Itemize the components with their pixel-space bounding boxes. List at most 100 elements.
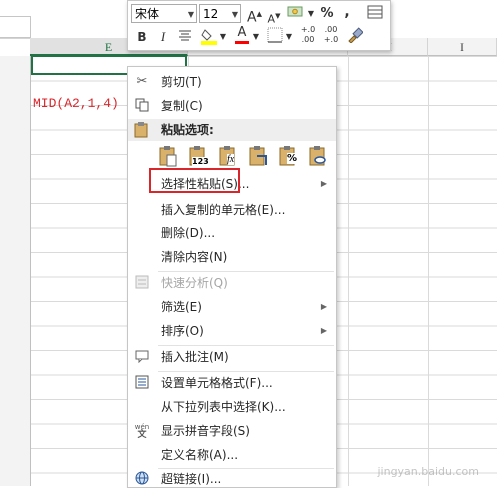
menu-item-clear-contents[interactable]: 清除内容(N) <box>128 246 336 268</box>
menu-item-pick-from-list[interactable]: 从下拉列表中选择(K)... <box>128 396 336 418</box>
menu-item-hyperlink-label: 超链接(I)... <box>161 472 222 486</box>
menu-item-copy-label: 复制(C) <box>161 99 203 113</box>
menu-item-delete-label: 删除(D)... <box>161 226 216 240</box>
column-header-i[interactable]: I <box>428 38 497 56</box>
borders-icon <box>267 27 283 43</box>
menu-item-filter-label: 筛选(E) <box>161 300 202 314</box>
comment-icon <box>134 349 150 365</box>
menu-item-cut-label: 剪切(T) <box>161 75 202 89</box>
font-color-letter: A <box>237 25 247 40</box>
menu-item-insert-comment-label: 插入批注(M) <box>161 350 229 364</box>
grow-font-arrow-icon: ▲ <box>256 10 262 18</box>
paste-button[interactable] <box>158 145 178 167</box>
name-box[interactable] <box>0 16 31 38</box>
grid-line <box>428 56 429 486</box>
fill-color-button[interactable] <box>200 27 218 45</box>
paint-bucket-icon <box>201 29 217 45</box>
menu-item-quick-analysis-label: 快速分析(Q) <box>161 276 228 290</box>
chevron-down-icon[interactable]: ▼ <box>285 28 293 46</box>
menu-item-phonetic-label: 显示拼音字段(S) <box>161 424 250 438</box>
menu-item-define-name[interactable]: 定义名称(A)... <box>128 444 336 466</box>
phonetic-icon-bottom: 文 <box>137 430 147 440</box>
menu-item-format-cells-label: 设置单元格格式(F)... <box>161 376 273 390</box>
decrease-decimal-button[interactable]: .00 +.0 <box>321 25 341 44</box>
shrink-font-label: A <box>267 12 276 26</box>
grow-font-button[interactable]: A▲ <box>247 5 262 26</box>
menu-item-cut[interactable]: ✂ 剪切(T) <box>128 71 336 93</box>
table-borders-icon <box>367 5 383 19</box>
phonetic-icon: wén 文 <box>134 423 150 440</box>
chevron-down-icon[interactable]: ▼ <box>219 28 227 46</box>
quick-analysis-icon <box>134 275 150 291</box>
row-headers[interactable] <box>0 56 31 486</box>
menu-item-hyperlink[interactable]: 超链接(I)... <box>128 468 336 487</box>
paste-values-button[interactable]: 123 <box>188 145 209 167</box>
increase-decimal-button[interactable]: +.0 .00 <box>298 25 318 44</box>
font-color-swatch <box>235 41 249 44</box>
paste-link-button[interactable] <box>308 145 328 167</box>
shrink-font-arrow-icon: ▼ <box>275 12 281 20</box>
paste-formatting-label: % <box>287 153 298 164</box>
font-size-select[interactable]: 12 ▼ <box>199 4 241 23</box>
scissors-icon: ✂ <box>136 74 148 89</box>
menu-item-filter[interactable]: 筛选(E) ▶ <box>128 296 336 318</box>
menu-item-clear-contents-label: 清除内容(N) <box>161 250 228 264</box>
menu-item-delete[interactable]: 删除(D)... <box>128 222 336 244</box>
currency-format-icon <box>287 6 303 17</box>
menu-item-quick-analysis: 快速分析(Q) <box>128 272 336 294</box>
number-format-button[interactable] <box>286 4 306 22</box>
menu-item-insert-copied-cells-label: 插入复制的单元格(E)... <box>161 203 286 217</box>
shrink-font-button[interactable]: A▼ <box>267 7 281 26</box>
decrease-decimal-bottom: +.0 <box>323 35 339 44</box>
decrease-decimal-top: .00 <box>324 25 338 34</box>
paste-values-label: 123 <box>192 157 209 166</box>
menu-item-copy[interactable]: 复制(C) <box>128 95 336 117</box>
format-painter-button[interactable] <box>346 27 364 45</box>
menu-item-define-name-label: 定义名称(A)... <box>161 448 239 462</box>
align-center-icon <box>179 30 191 41</box>
bold-button[interactable]: B <box>136 28 148 46</box>
globe-link-icon <box>134 471 150 487</box>
menu-item-insert-comment[interactable]: 插入批注(M) <box>128 346 336 368</box>
paste-options-header-label: 粘贴选项: <box>161 123 214 137</box>
context-menu: ✂ 剪切(T) 复制(C) 粘贴选项: 123 fx % 选择性粘贴(S)...… <box>127 66 337 488</box>
menu-item-pick-from-list-label: 从下拉列表中选择(K)... <box>161 400 286 414</box>
paste-transpose-icon <box>249 146 267 166</box>
cell-e3-formula-text[interactable]: MID(A2,1,4) <box>33 96 119 111</box>
font-size-value: 12 <box>203 7 219 21</box>
paste-link-icon <box>309 146 326 166</box>
increase-decimal-top: +.0 <box>300 25 316 34</box>
paintbrush-icon <box>348 27 364 44</box>
clipboard-icon <box>134 122 148 145</box>
grid-line <box>348 56 349 486</box>
increase-decimal-bottom: .00 <box>301 35 315 44</box>
font-color-button[interactable]: A <box>234 26 250 44</box>
percent-style-button[interactable]: % <box>320 5 334 23</box>
paste-formulas-button[interactable]: fx <box>218 145 238 167</box>
chevron-down-icon: ▼ <box>231 10 238 19</box>
chevron-right-icon: ▶ <box>320 326 327 335</box>
format-cells-icon <box>134 375 150 391</box>
menu-item-format-cells[interactable]: 设置单元格格式(F)... <box>128 372 336 394</box>
paste-formatting-button[interactable]: % <box>278 145 298 167</box>
borders-button[interactable] <box>266 27 284 45</box>
watermark: jingyan.baidu.com <box>377 465 479 478</box>
annotation-highlight-box <box>149 168 240 193</box>
menu-item-sort-label: 排序(O) <box>161 324 204 338</box>
paste-transpose-button[interactable] <box>248 145 268 167</box>
menu-item-sort[interactable]: 排序(O) ▶ <box>128 320 336 342</box>
chevron-right-icon: ▶ <box>320 302 327 311</box>
chevron-down-icon[interactable]: ▼ <box>307 5 315 23</box>
font-name-select[interactable]: 宋体 ▼ <box>131 4 197 23</box>
chevron-down-icon: ▼ <box>187 10 194 19</box>
format-painter-table-button[interactable] <box>366 4 384 22</box>
menu-item-phonetic[interactable]: wén 文 显示拼音字段(S) <box>128 420 336 442</box>
grow-font-label: A <box>247 9 257 26</box>
menu-item-insert-copied-cells[interactable]: 插入复制的单元格(E)... <box>128 199 336 221</box>
copy-icon <box>134 98 150 114</box>
chevron-down-icon[interactable]: ▼ <box>252 28 260 46</box>
font-name-value: 宋体 <box>135 7 160 21</box>
align-center-button[interactable] <box>177 28 193 46</box>
comma-style-button[interactable]: , <box>342 3 352 21</box>
italic-button[interactable]: I <box>158 28 168 46</box>
